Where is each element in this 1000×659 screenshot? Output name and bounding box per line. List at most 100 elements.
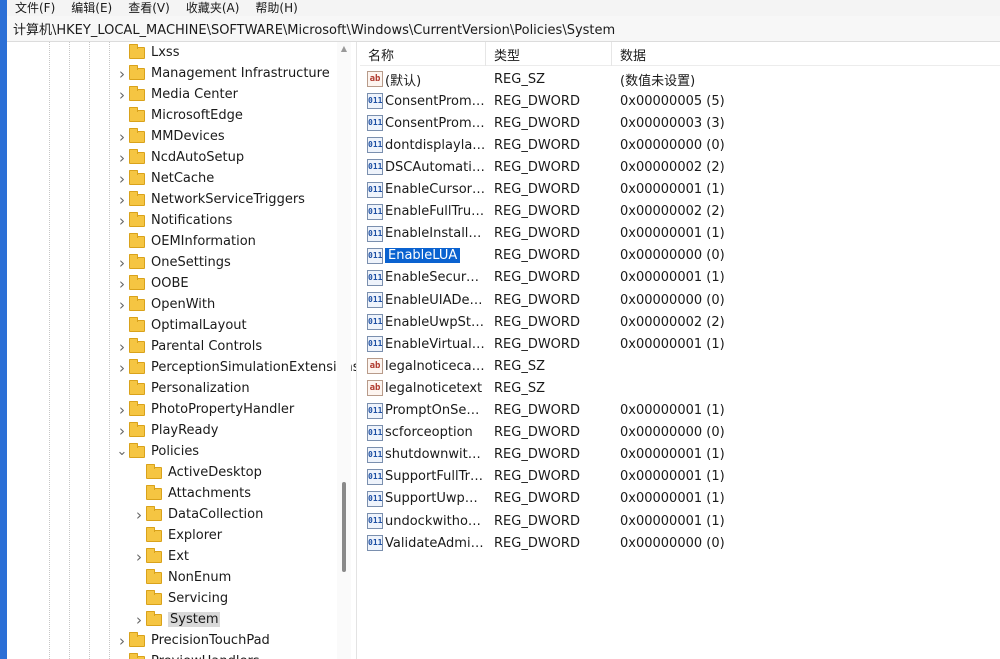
- chevron-right-icon[interactable]: ›: [115, 420, 129, 441]
- chevron-right-icon[interactable]: ›: [132, 546, 146, 567]
- menu-help[interactable]: 帮助(H): [255, 0, 297, 16]
- value-row[interactable]: 011 EnableUIADes... REG_DWORD 0x00000000 (0…: [360, 289, 1000, 311]
- tree-item[interactable]: › NetworkServiceTriggers: [115, 189, 305, 210]
- value-row[interactable]: 011 SupportFullTru... REG_DWORD 0x00000001 …: [360, 466, 1000, 488]
- tree-item[interactable]: › Ext: [132, 546, 189, 567]
- column-header-data[interactable]: 数据: [612, 42, 1000, 66]
- value-row[interactable]: 011 shutdownwitho... REG_DWORD 0x00000001 (…: [360, 444, 1000, 466]
- menu-favorites[interactable]: 收藏夹(A): [186, 0, 240, 16]
- value-row[interactable]: 011 SupportUwpSt... REG_DWORD 0x00000001 (1…: [360, 488, 1000, 510]
- value-row[interactable]: ab legalnoticecap... REG_SZ: [360, 355, 1000, 377]
- value-row[interactable]: 011 EnableLUA REG_DWORD 0x00000000 (0): [360, 245, 1000, 267]
- tree-item[interactable]: NonEnum: [132, 567, 231, 588]
- chevron-right-icon[interactable]: ›: [115, 252, 129, 273]
- tree-item-label: Notifications: [151, 213, 233, 228]
- chevron-right-icon[interactable]: ›: [115, 168, 129, 189]
- tree-item[interactable]: › OneSettings: [115, 252, 231, 273]
- menu-view[interactable]: 查看(V): [128, 0, 170, 16]
- value-row[interactable]: 011 dontdisplaylas... REG_DWORD 0x00000000 …: [360, 134, 1000, 156]
- menu-edit[interactable]: 编辑(E): [71, 0, 112, 16]
- folder-icon: [129, 148, 145, 164]
- value-row[interactable]: 011 undockwithout... REG_DWORD 0x00000001 (…: [360, 510, 1000, 532]
- value-row[interactable]: 011 EnableSecureU... REG_DWORD 0x00000001 (…: [360, 267, 1000, 289]
- value-row[interactable]: ab (默认) REG_SZ (数值未设置): [360, 68, 1000, 90]
- column-header-name[interactable]: 名称: [360, 42, 486, 66]
- column-header-type[interactable]: 类型: [486, 42, 612, 66]
- chevron-right-icon[interactable]: ›: [132, 609, 146, 630]
- tree-item[interactable]: Lxss: [115, 42, 179, 63]
- value-row[interactable]: 011 EnableFullTrust... REG_DWORD 0x00000002…: [360, 201, 1000, 223]
- tree-item[interactable]: › PreviewHandlers: [115, 651, 260, 659]
- tree-item[interactable]: › Notifications: [115, 210, 232, 231]
- value-row[interactable]: 011 ConsentPromp... REG_DWORD 0x00000005 (5…: [360, 90, 1000, 112]
- tree-item[interactable]: › MMDevices: [115, 126, 225, 147]
- chevron-right-icon[interactable]: ›: [115, 630, 129, 651]
- address-path[interactable]: 计算机\HKEY_LOCAL_MACHINE\SOFTWARE\Microsof…: [13, 19, 615, 38]
- registry-tree[interactable]: Lxss › Management Infrastructure › Media Cen…: [7, 42, 357, 659]
- menu-file[interactable]: 文件(F): [15, 0, 55, 16]
- value-row[interactable]: 011 EnableCursorS... REG_DWORD 0x00000001 (…: [360, 179, 1000, 201]
- value-name: shutdownwitho...: [385, 447, 486, 463]
- chevron-right-icon[interactable]: ›: [115, 294, 129, 315]
- tree-item[interactable]: OEMInformation: [115, 231, 256, 252]
- value-row[interactable]: 011 ConsentPromp... REG_DWORD 0x00000003 (3…: [360, 112, 1000, 134]
- value-row[interactable]: 011 EnableVirtualiz... REG_DWORD 0x00000001…: [360, 333, 1000, 355]
- chevron-right-icon[interactable]: ›: [115, 210, 129, 231]
- tree-scrollbar[interactable]: ▲: [337, 42, 351, 659]
- tree-item[interactable]: Personalization: [115, 378, 250, 399]
- chevron-right-icon[interactable]: ›: [115, 147, 129, 168]
- value-row[interactable]: 011 EnableInstaller... REG_DWORD 0x00000001…: [360, 223, 1000, 245]
- chevron-right-icon[interactable]: ›: [115, 63, 129, 84]
- value-row[interactable]: 011 EnableUwpSta... REG_DWORD 0x00000002 (2…: [360, 311, 1000, 333]
- values-list[interactable]: 名称 类型 数据 ab (默认) REG_SZ (数值未设置) 011 ConsentPr…: [360, 42, 1000, 659]
- chevron-right-icon[interactable]: ›: [132, 504, 146, 525]
- tree-item-label: Parental Controls: [151, 339, 263, 354]
- value-row[interactable]: 011 scforceoption REG_DWORD 0x00000000 (0): [360, 422, 1000, 444]
- tree-item[interactable]: › PerceptionSimulationExtensions: [115, 357, 356, 378]
- chevron-right-icon[interactable]: ›: [115, 126, 129, 147]
- folder-icon: [146, 589, 162, 605]
- value-name: EnableFullTrust...: [385, 204, 486, 220]
- chevron-right-icon[interactable]: ›: [115, 651, 129, 659]
- tree-item[interactable]: › System: [132, 609, 221, 630]
- tree-item-label: DataCollection: [168, 507, 264, 522]
- tree-item[interactable]: › NcdAutoSetup: [115, 147, 244, 168]
- tree-item[interactable]: › PrecisionTouchPad: [115, 630, 270, 651]
- reg-dword-icon: 011: [367, 115, 383, 132]
- scrollbar-thumb[interactable]: [342, 482, 346, 572]
- tree-item[interactable]: MicrosoftEdge: [115, 105, 243, 126]
- address-bar[interactable]: 计算机\HKEY_LOCAL_MACHINE\SOFTWARE\Microsof…: [7, 16, 1000, 42]
- value-row[interactable]: ab legalnoticetext REG_SZ: [360, 377, 1000, 399]
- value-type: REG_SZ: [494, 358, 545, 374]
- chevron-right-icon[interactable]: ›: [115, 189, 129, 210]
- tree-item[interactable]: › Parental Controls: [115, 336, 262, 357]
- tree-item[interactable]: Attachments: [132, 483, 251, 504]
- folder-icon: [146, 568, 162, 584]
- folder-icon: [129, 43, 145, 59]
- tree-item[interactable]: › PhotoPropertyHandler: [115, 399, 294, 420]
- tree-item[interactable]: Servicing: [132, 588, 228, 609]
- tree-item[interactable]: › Management Infrastructure: [115, 63, 330, 84]
- chevron-right-icon[interactable]: ›: [115, 273, 129, 294]
- tree-item[interactable]: ActiveDesktop: [132, 462, 262, 483]
- chevron-right-icon[interactable]: ›: [115, 336, 129, 357]
- scroll-up-icon[interactable]: ▲: [339, 44, 349, 54]
- tree-item[interactable]: OptimalLayout: [115, 315, 247, 336]
- tree-item[interactable]: › NetCache: [115, 168, 214, 189]
- tree-item[interactable]: › PlayReady: [115, 420, 218, 441]
- tree-item[interactable]: › DataCollection: [132, 504, 263, 525]
- tree-item[interactable]: Explorer: [132, 525, 222, 546]
- value-row[interactable]: 011 ValidateAdmin... REG_DWORD 0x00000000 (…: [360, 532, 1000, 554]
- value-name-cell: 011 EnableUIADes...: [360, 292, 486, 308]
- chevron-right-icon[interactable]: ›: [115, 84, 129, 105]
- value-row[interactable]: 011 DSCAutomatio... REG_DWORD 0x00000002 (2…: [360, 156, 1000, 178]
- chevron-right-icon[interactable]: ›: [115, 357, 129, 378]
- chevron-right-icon[interactable]: ›: [115, 399, 129, 420]
- tree-item[interactable]: ⌄ Policies: [115, 441, 199, 462]
- tree-item[interactable]: › OpenWith: [115, 294, 215, 315]
- value-row[interactable]: 011 PromptOnSecu... REG_DWORD 0x00000001 (1…: [360, 400, 1000, 422]
- tree-item[interactable]: › OOBE: [115, 273, 189, 294]
- value-name-cell: 011 PromptOnSecu...: [360, 402, 486, 419]
- chevron-down-icon[interactable]: ⌄: [115, 441, 129, 462]
- tree-item[interactable]: › Media Center: [115, 84, 238, 105]
